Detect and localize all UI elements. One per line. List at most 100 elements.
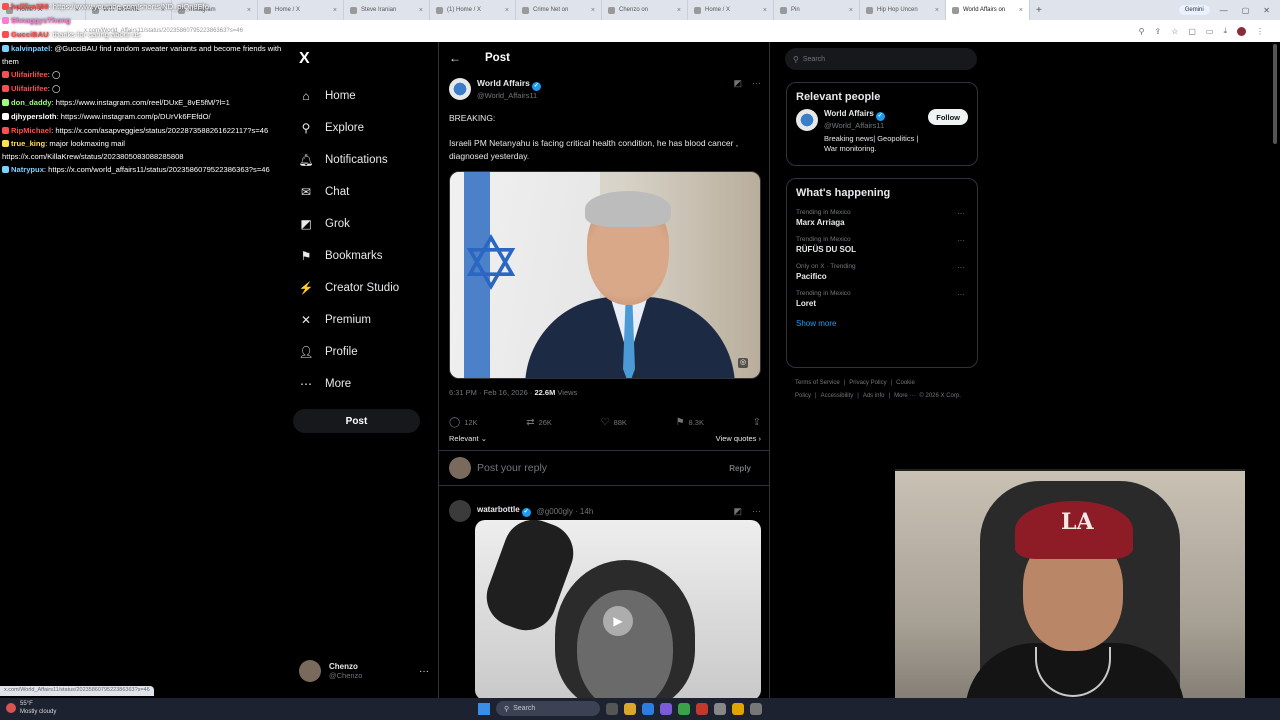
weather-widget[interactable]: 55°F Mostly cloudy xyxy=(6,700,56,716)
edge-icon[interactable] xyxy=(642,702,654,715)
browser-tab[interactable]: Crime Net on × xyxy=(516,0,602,20)
account-switcher[interactable]: Chenzo @Chenzo ··· xyxy=(299,660,429,682)
more-icon[interactable]: ··· xyxy=(957,263,965,272)
more-icon[interactable]: ··· xyxy=(957,236,965,245)
app-icon[interactable] xyxy=(660,702,672,715)
back-arrow-icon[interactable]: ← xyxy=(449,51,461,65)
close-icon[interactable]: × xyxy=(505,7,509,14)
close-icon[interactable]: × xyxy=(677,7,681,14)
trend-item[interactable]: Trending in Mexico Loret ··· xyxy=(787,286,977,313)
x-logo-icon[interactable]: X xyxy=(299,50,310,68)
share-icon[interactable]: ⇪ xyxy=(1154,27,1161,36)
browser-tab[interactable]: Hip Hop Uncen × xyxy=(860,0,946,20)
trend-item[interactable]: Only on X · Trending Pacifico ··· xyxy=(787,259,977,286)
trend-item[interactable]: Trending in Mexico Marx Arriaga ··· xyxy=(787,205,977,232)
nav-item-creator-studio[interactable]: ⚡ Creator Studio xyxy=(297,272,457,304)
image-badge-icon[interactable]: ◎ xyxy=(738,358,748,368)
nav-item-profile[interactable]: 👤︎ Profile xyxy=(297,336,457,368)
extensions-icon[interactable]: ▢ xyxy=(1188,27,1196,36)
new-tab-icon[interactable]: + xyxy=(1030,5,1048,16)
zoom-icon[interactable]: ⚲ xyxy=(1139,27,1145,36)
close-icon[interactable]: × xyxy=(1019,7,1023,14)
browser-tab[interactable]: Chenzo on × xyxy=(602,0,688,20)
reply-submit-button[interactable]: Reply xyxy=(729,464,751,473)
more-icon[interactable]: ··· xyxy=(957,290,965,299)
tweet-author-handle[interactable]: @World_Affairs11 xyxy=(477,91,541,100)
more-icon[interactable]: ··· xyxy=(419,666,429,677)
footer-link[interactable]: Accessibility xyxy=(821,393,854,399)
reply-composer[interactable]: Post your reply Reply xyxy=(439,450,769,486)
nav-item-premium[interactable]: ✕ Premium xyxy=(297,304,457,336)
settings-icon[interactable] xyxy=(714,702,726,715)
menu-icon[interactable]: ⋮ xyxy=(1256,27,1264,36)
relevant-person[interactable]: World Affairs ✓ @World_Affairs11 Breaking… xyxy=(787,109,977,162)
footer-link[interactable]: Privacy Policy xyxy=(849,380,886,386)
avatar[interactable] xyxy=(796,109,818,131)
obs-icon[interactable] xyxy=(750,702,762,715)
bookmark-button[interactable]: ⚑ 8.3K xyxy=(676,417,704,428)
reply-author-name[interactable]: watarbottle ✓ xyxy=(477,505,531,517)
file-explorer-icon[interactable] xyxy=(624,702,636,715)
avatar[interactable] xyxy=(449,78,471,100)
close-icon[interactable]: × xyxy=(935,7,939,14)
windows-start-icon[interactable] xyxy=(478,702,490,715)
trend-item[interactable]: Trending in Mexico RÜFÜS DU SOL ··· xyxy=(787,232,977,259)
show-more-link[interactable]: Show more xyxy=(787,313,977,336)
profile-avatar[interactable] xyxy=(1237,26,1246,36)
browser-tab[interactable]: Home / X × xyxy=(688,0,774,20)
task-view-icon[interactable] xyxy=(606,702,618,715)
tweet-image[interactable]: ✡ ◎ xyxy=(449,171,761,379)
nav-item-explore[interactable]: ⚲ Explore xyxy=(297,112,457,144)
more-icon[interactable]: ··· xyxy=(957,209,965,218)
nav-item-grok[interactable]: ◩ Grok xyxy=(297,208,457,240)
nav-item-more[interactable]: ⋯ More xyxy=(297,368,457,400)
like-button[interactable]: ♡ 88K xyxy=(601,417,627,428)
person-name[interactable]: World Affairs ✓ xyxy=(824,109,922,121)
spotify-icon[interactable] xyxy=(678,702,690,715)
nav-item-bookmarks[interactable]: ⚑ Bookmarks xyxy=(297,240,457,272)
grok-icon[interactable]: ◩ xyxy=(733,506,742,517)
sort-replies-dropdown[interactable]: Relevant ⌄ xyxy=(449,434,487,443)
grok-icon[interactable]: ◩ xyxy=(733,78,742,89)
footer-link[interactable]: Terms of Service xyxy=(795,380,840,386)
share-button[interactable]: ⇪ xyxy=(753,417,761,428)
nav-item-home[interactable]: ⌂ Home xyxy=(297,80,457,112)
reply-author-handle[interactable]: @g000gly · 14h xyxy=(537,507,594,516)
footer-link[interactable]: More ··· xyxy=(894,393,915,399)
close-icon[interactable]: × xyxy=(333,7,337,14)
browser-tab[interactable]: World Affairs on × xyxy=(946,0,1030,20)
cast-icon[interactable]: ▭ xyxy=(1206,27,1214,36)
download-icon[interactable]: ⤓ xyxy=(1223,26,1227,36)
taskbar-search[interactable]: ⚲ Search xyxy=(496,701,600,716)
play-icon[interactable]: ▶ xyxy=(603,606,633,636)
browser-tab[interactable]: Pin × xyxy=(774,0,860,20)
nav-item-chat[interactable]: ✉ Chat xyxy=(297,176,457,208)
app-icon[interactable] xyxy=(696,702,708,715)
star-icon[interactable]: ☆ xyxy=(1171,27,1178,36)
close-icon[interactable]: × xyxy=(849,7,853,14)
post-button[interactable]: Post xyxy=(293,409,420,433)
reply-input[interactable]: Post your reply xyxy=(477,462,547,474)
reply-button[interactable]: ◯ 12K xyxy=(449,417,478,428)
reply-video[interactable]: ▶ xyxy=(475,520,761,700)
more-icon[interactable]: ··· xyxy=(752,78,761,89)
search-input[interactable]: ⚲ Search xyxy=(785,48,977,70)
browser-tab[interactable]: (1) Home / X × xyxy=(430,0,516,20)
chrome-icon[interactable] xyxy=(732,702,744,715)
nav-item-notifications[interactable]: 🔔︎ Notifications xyxy=(297,144,457,176)
more-icon[interactable]: ··· xyxy=(752,506,761,517)
browser-tab[interactable]: Steve Iranian × xyxy=(344,0,430,20)
close-icon[interactable]: ✕ xyxy=(1263,6,1270,15)
minimize-icon[interactable]: — xyxy=(1220,6,1228,15)
avatar[interactable] xyxy=(449,500,471,522)
maximize-icon[interactable]: ▢ xyxy=(1242,6,1250,15)
follow-button[interactable]: Follow xyxy=(928,109,968,125)
close-icon[interactable]: × xyxy=(591,7,595,14)
tweet-author-name[interactable]: World Affairs ✓ xyxy=(477,78,541,91)
scrollbar[interactable] xyxy=(1273,44,1277,144)
close-icon[interactable]: × xyxy=(419,7,423,14)
view-quotes-link[interactable]: View quotes › xyxy=(716,434,761,443)
close-icon[interactable]: × xyxy=(763,7,767,14)
footer-link[interactable]: Ads info xyxy=(863,393,885,399)
gemini-button[interactable]: Gemini xyxy=(1178,5,1210,15)
